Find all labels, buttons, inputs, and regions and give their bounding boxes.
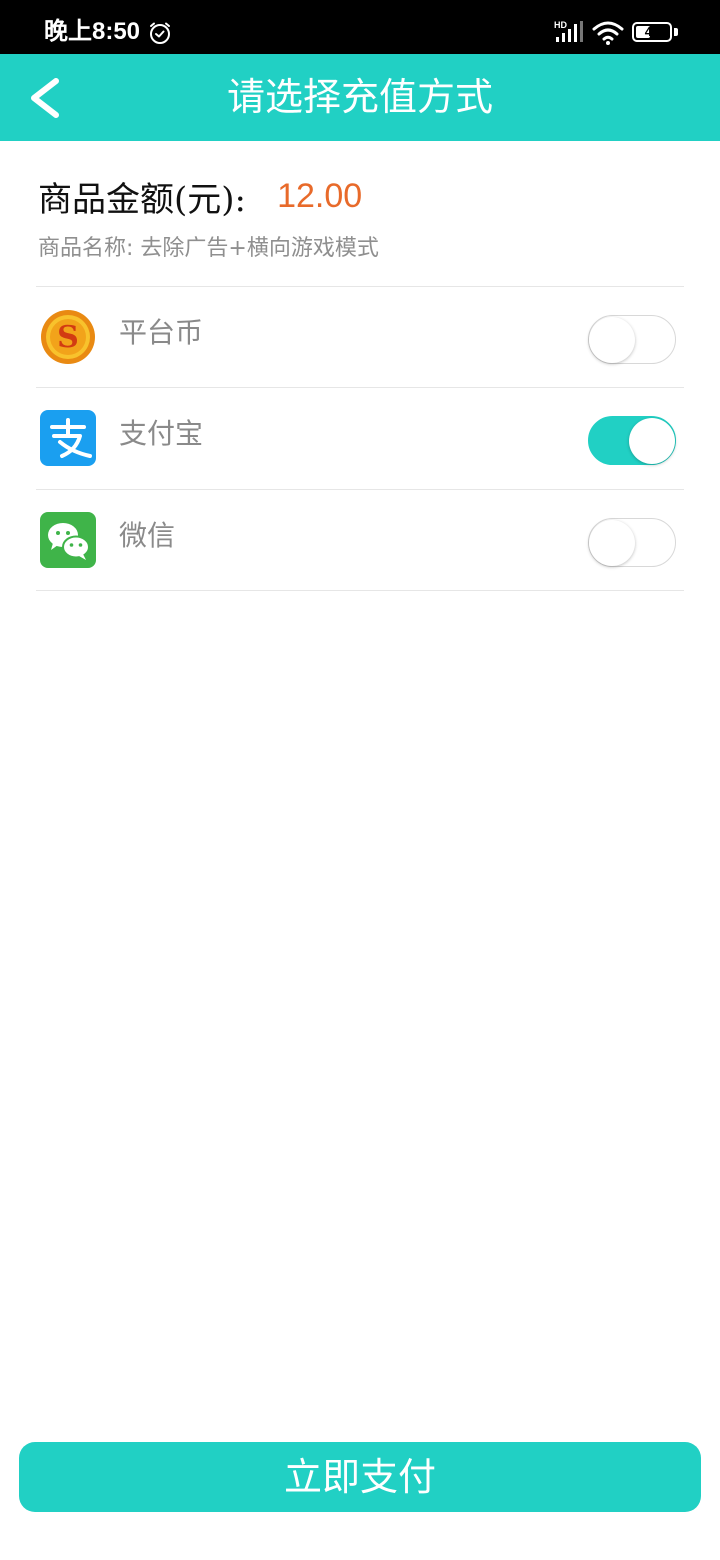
payment-option-coin[interactable]: S 平台币 [36,287,684,387]
screen: 晚上8:50 HD 44 请选择充值方式 商品金额(元): 12.00 商品名称… [0,0,720,1560]
svg-text:S: S [57,320,79,355]
battery-level: 44 [644,24,660,39]
payment-option-label: 微信 [119,519,176,552]
chevron-left-icon [31,78,59,118]
divider [36,590,684,591]
amount-label: 商品金额(元): [38,180,246,220]
battery-tip [674,28,678,36]
toggle-coin[interactable] [588,315,676,364]
amount-value: 12.00 [277,177,363,215]
status-bar: 晚上8:50 HD 44 [0,0,720,54]
page-title: 请选择充值方式 [226,75,493,119]
coin-icon: S [41,310,95,364]
back-button[interactable] [14,64,78,132]
signal-strength-icon: HD [554,20,583,42]
amount-row: 商品金额(元): 12.00 [38,172,362,224]
wechat-icon [40,512,96,568]
payment-option-label: 平台币 [119,316,204,349]
battery-icon: 44 [632,22,672,42]
network-badge: HD [554,20,567,30]
toggle-knob [629,418,675,464]
toggle-knob [589,317,635,363]
payment-option-alipay[interactable]: 支付宝 [36,388,684,488]
toggle-wechat[interactable] [588,518,676,567]
alarm-clock-icon [150,22,170,44]
wifi-icon [592,21,624,45]
header-bar: 请选择充值方式 [0,54,720,141]
payment-option-wechat[interactable]: 微信 [36,490,684,590]
product-name: 商品名称: 去除广告+横向游戏模式 [38,236,379,261]
pay-now-button[interactable]: 立即支付 [19,1442,701,1512]
status-time: 晚上8:50 [44,18,141,45]
toggle-alipay[interactable] [588,416,676,465]
alipay-icon [40,410,96,466]
toggle-knob [589,520,635,566]
payment-option-label: 支付宝 [119,417,204,450]
